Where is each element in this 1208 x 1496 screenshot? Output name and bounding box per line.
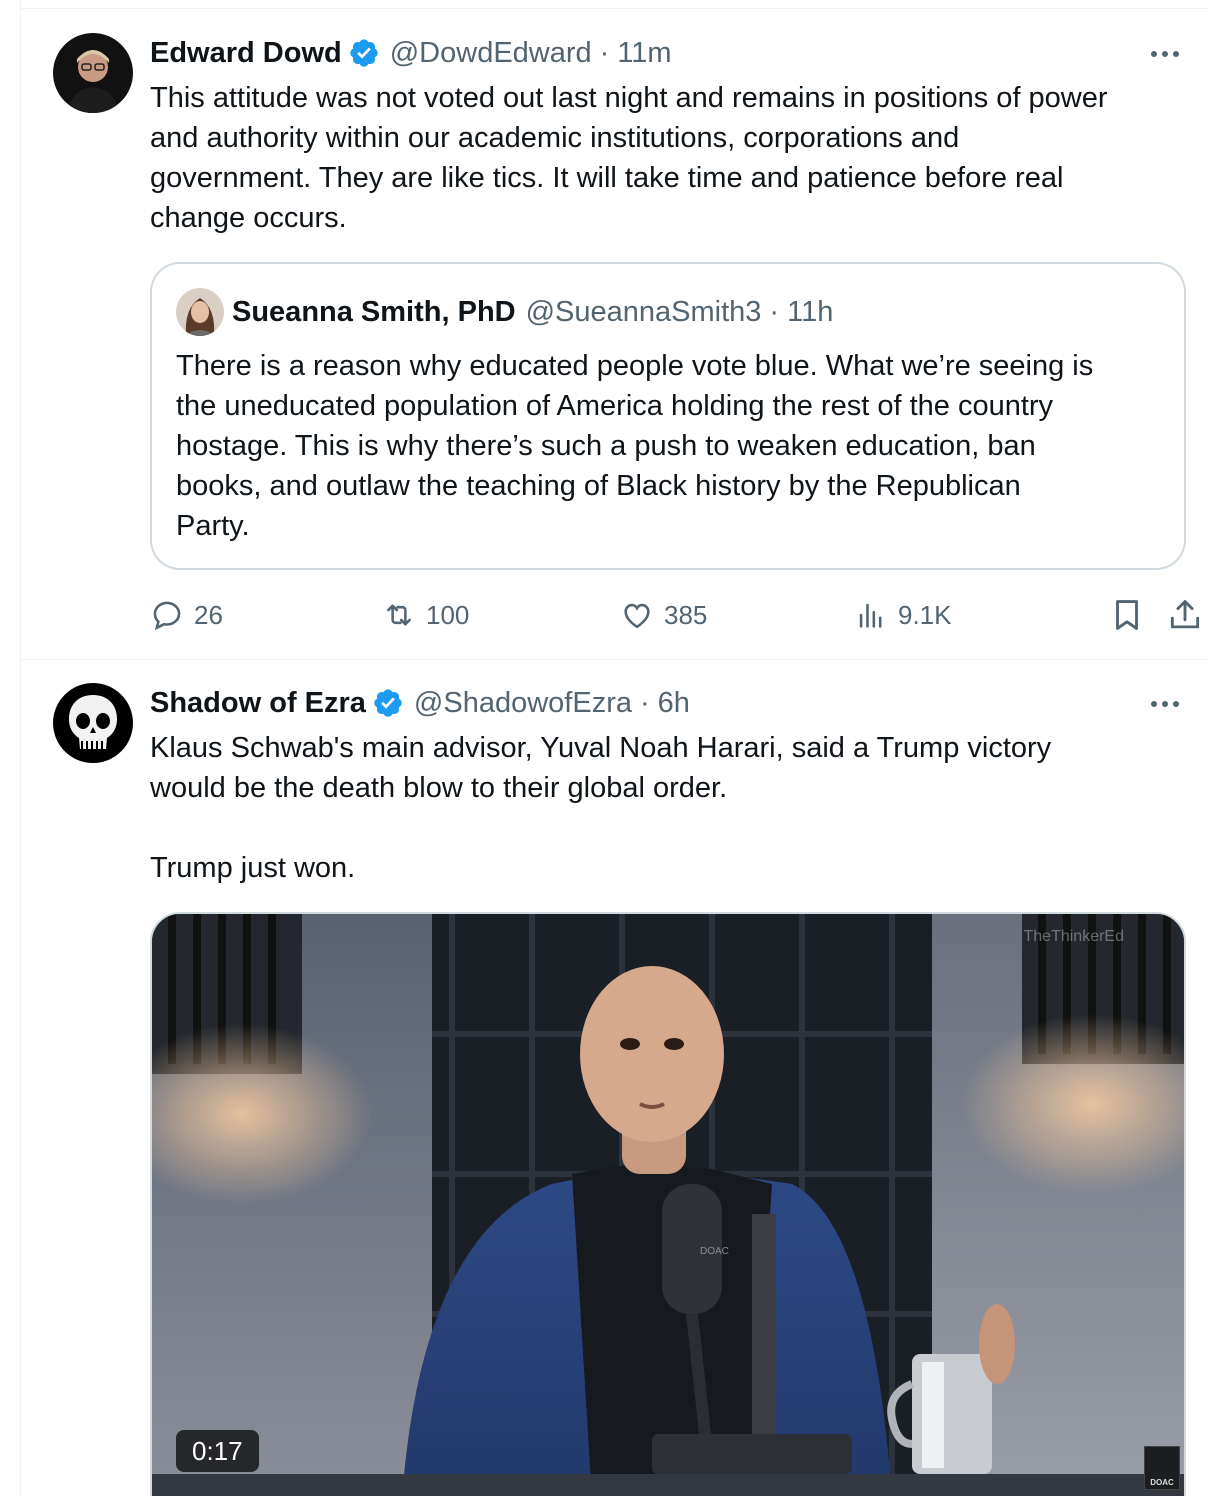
like-button[interactable]: 385: [620, 592, 707, 638]
heart-icon: [624, 603, 650, 629]
video-duration: 0:17: [176, 1430, 259, 1472]
quoted-tweet-text: There is a reason why educated people vo…: [176, 350, 1094, 542]
more-dots-icon[interactable]: [1147, 694, 1183, 714]
user-handle: @SueannaSmith3: [525, 295, 762, 328]
corner-logo: DOAC: [1144, 1446, 1180, 1490]
reply-icon: [153, 601, 181, 631]
divider: [21, 8, 1208, 9]
like-count: 385: [664, 599, 708, 630]
tweet-header: Edward Dowd @DowdEdward · 11m: [150, 33, 672, 73]
avatar[interactable]: [53, 33, 133, 113]
avatar: [176, 288, 224, 336]
views-chart-icon: [859, 603, 882, 628]
timeline-feed: Edward Dowd @DowdEdward · 11m This attit…: [20, 0, 1208, 1496]
repost-icon: [387, 604, 411, 626]
quoted-tweet-header: Sueanna Smith, PhD @SueannaSmith3 · 11h: [232, 292, 833, 332]
reply-button[interactable]: 26: [150, 592, 223, 638]
user-handle[interactable]: @ShadowofEzra: [414, 687, 632, 720]
reply-count: 26: [194, 599, 223, 630]
display-name[interactable]: Shadow of Ezra: [150, 687, 366, 720]
user-handle[interactable]: @DowdEdward: [390, 37, 592, 70]
timestamp[interactable]: 11m: [617, 37, 671, 70]
timestamp[interactable]: 6h: [658, 687, 690, 720]
divider: [21, 659, 1208, 660]
timestamp: 11h: [787, 295, 834, 328]
tweet-text: This attitude was not voted out last nig…: [150, 82, 1108, 234]
bookmark-icon[interactable]: [1108, 596, 1146, 634]
video-thumbnail: DOAC: [152, 914, 1184, 1496]
verified-badge-icon: [372, 687, 404, 719]
views-count: 9.1K: [898, 599, 952, 630]
display-name: Sueanna Smith, PhD: [232, 295, 516, 328]
separator-dot: ·: [639, 686, 650, 719]
more-dots-icon[interactable]: [1147, 44, 1183, 64]
separator-dot: ·: [769, 295, 780, 328]
display-name[interactable]: Edward Dowd: [150, 37, 342, 70]
mic-label: DOAC: [700, 1246, 729, 1257]
quoted-tweet[interactable]: Sueanna Smith, PhD @SueannaSmith3 · 11h …: [150, 262, 1186, 570]
video-watermark: TheThinkerEd: [1023, 928, 1125, 945]
separator-dot: ·: [599, 36, 610, 69]
views-button[interactable]: 9.1K: [854, 592, 952, 638]
verified-badge-icon: [348, 37, 380, 69]
avatar[interactable]: [53, 683, 133, 763]
corner-logo-label: DOAC: [1150, 1478, 1174, 1487]
tweet-actions: 26 100 385 9.1K: [150, 592, 1200, 638]
repost-button[interactable]: 100: [382, 592, 469, 638]
share-icon[interactable]: [1166, 596, 1204, 634]
repost-count: 100: [426, 599, 470, 630]
video-player[interactable]: DOAC TheThinkerEd 0:17 DOAC: [150, 912, 1186, 1496]
tweet-header: Shadow of Ezra @ShadowofEzra · 6h: [150, 683, 690, 723]
tweet-text: Klaus Schwab's main advisor, Yuval Noah …: [150, 732, 1052, 884]
